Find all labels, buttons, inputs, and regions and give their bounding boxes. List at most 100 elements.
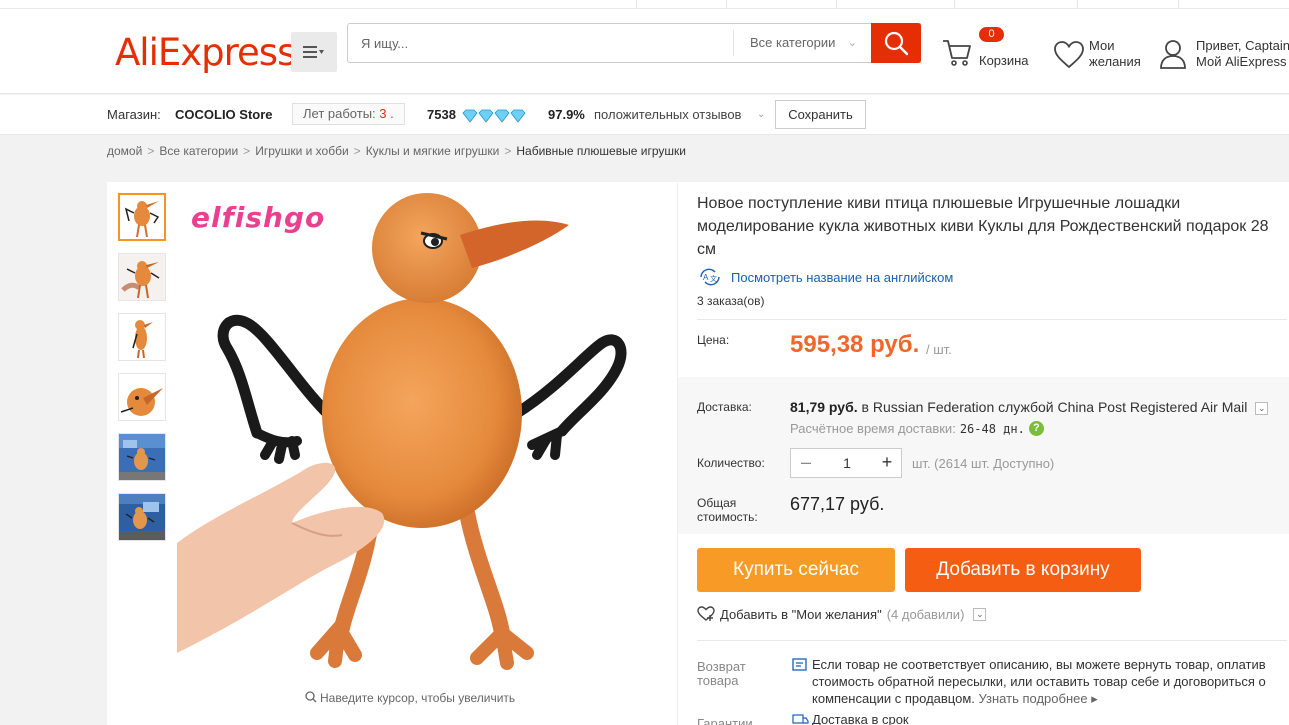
search-icon: [305, 691, 317, 703]
thumbnail-1[interactable]: [118, 193, 166, 241]
availability-text: шт. (2614 шт. Доступно): [912, 456, 1055, 471]
product-price: 595,38 руб.: [790, 331, 920, 358]
return-policy-text: Если товар не соответствует описанию, вы…: [812, 656, 1282, 707]
elfishgo-watermark: elfishgo: [191, 201, 326, 234]
aliexpress-logo[interactable]: AliExpress™: [115, 31, 303, 74]
hamburger-icon: [303, 46, 324, 58]
delivery-price: 81,79 руб.: [790, 399, 858, 415]
quantity-decrease-button[interactable]: –: [791, 449, 821, 477]
top-strip-divider: [1178, 0, 1179, 9]
search-button[interactable]: [871, 23, 921, 63]
top-strip-divider: [726, 0, 727, 9]
price-label: Цена:: [697, 333, 730, 347]
positive-feedback-label[interactable]: положительных отзывов: [594, 107, 741, 122]
chevron-down-icon[interactable]: ⌄: [973, 607, 987, 621]
top-strip-divider: [836, 0, 837, 9]
quantity-increase-button[interactable]: +: [873, 449, 901, 477]
category-select-label: Все категории: [750, 35, 836, 50]
breadcrumb: домой > Все категории > Игрушки и хобби > Кукл…: [107, 144, 686, 158]
delivery-estimate-label: Расчётное время доставки:: [790, 421, 956, 436]
delivery-estimate-days: 26-48 дн.: [959, 421, 1025, 436]
store-name-link[interactable]: COCOLIO Store: [175, 107, 273, 122]
store-years-value: 3 .: [379, 106, 394, 121]
quantity-input[interactable]: 1: [821, 449, 873, 477]
wishlist-label-line1: Мои: [1089, 38, 1115, 53]
add-to-wishlist-link[interactable]: Добавить в "Мои желания" (4 добавили) ⌄: [697, 606, 987, 622]
thumbnail-bird-image: [120, 195, 164, 239]
account-greeting: Привет, Captain: [1196, 38, 1289, 53]
save-store-button[interactable]: Сохранить: [775, 100, 866, 129]
translate-title-link[interactable]: A 文 Посмотреть название на английском: [697, 268, 953, 286]
thumbnail-6[interactable]: [118, 493, 166, 541]
return-label-line2: товара: [697, 673, 739, 688]
chevron-down-icon[interactable]: ⌄: [757, 109, 765, 120]
chevron-down-icon[interactable]: ⌄: [1255, 401, 1269, 415]
thumbnail-bird-image: [119, 374, 165, 420]
my-aliexpress-label: Мой AliExpress: [1196, 54, 1287, 69]
total-label-line2: стоимость:: [697, 510, 758, 524]
wishlist-label-line2: желания: [1089, 54, 1141, 69]
search-bar: Все категории ⌄: [347, 23, 921, 63]
logo-text: AliExpress: [115, 31, 296, 74]
store-years-badge: Лет работы: 3 .: [292, 103, 405, 125]
top-strip: [0, 0, 1289, 9]
delivery-info[interactable]: 81,79 руб. в Russian Federation службой …: [790, 399, 1269, 415]
thumbnail-bird-image: [119, 314, 165, 360]
divider: [697, 319, 1287, 320]
delivery-estimate: Расчётное время доставки: 26-48 дн. ?: [790, 421, 1044, 436]
thumbnail-4[interactable]: [118, 373, 166, 421]
breadcrumb-separator: >: [147, 144, 155, 158]
return-policy-icon: [792, 658, 807, 671]
svg-text:文: 文: [710, 274, 717, 283]
translate-icon: A 文: [700, 268, 720, 286]
cart-count-badge: 0: [979, 27, 1004, 42]
top-strip-divider: [954, 0, 955, 9]
orders-count: 3 заказа(ов): [697, 294, 765, 308]
breadcrumb-separator: >: [243, 144, 251, 158]
breadcrumb-home[interactable]: домой: [107, 144, 142, 158]
cart-icon: [943, 40, 971, 66]
thumbnail-5[interactable]: [118, 433, 166, 481]
category-select[interactable]: Все категории ⌄: [733, 30, 871, 56]
add-to-cart-button[interactable]: Добавить в корзину: [905, 548, 1141, 592]
store-label: Магазин:: [107, 107, 161, 122]
translate-title-text: Посмотреть название на английском: [731, 269, 954, 285]
return-label-line1: Возврат: [697, 659, 746, 674]
breadcrumb-separator: >: [353, 144, 361, 158]
thumbnail-bird-image: [119, 254, 165, 300]
store-rating-score: 7538: [427, 107, 456, 122]
search-icon: [884, 31, 909, 56]
guarantee-text: Доставка в срок: [812, 712, 909, 725]
thumbnail-bird-photo: [119, 494, 165, 540]
zoom-hint: Наведите курсор, чтобы увеличить: [305, 691, 515, 705]
delivery-label: Доставка:: [697, 400, 752, 414]
top-strip-divider: [636, 0, 637, 9]
categories-menu-button[interactable]: [291, 32, 337, 72]
wishlist-add-text: Добавить в "Мои желания": [720, 606, 882, 622]
buy-now-button[interactable]: Купить сейчас: [697, 548, 895, 592]
user-icon: [1160, 40, 1186, 69]
wishlist-count: (4 добавили): [886, 606, 965, 622]
diamond-rating-icons: [462, 109, 526, 123]
learn-more-link[interactable]: Узнать подробнее ▸: [979, 691, 1098, 706]
thumbnail-2[interactable]: [118, 253, 166, 301]
product-title: Новое поступление киви птица плюшевые Иг…: [697, 195, 1269, 258]
breadcrumb-toys-hobbies[interactable]: Игрушки и хобби: [255, 144, 348, 158]
store-bar: Магазин: COCOLIO Store Лет работы: 3 . 7…: [0, 95, 1289, 135]
delivery-truck-icon: [792, 714, 809, 724]
help-icon[interactable]: ?: [1028, 421, 1044, 436]
thumbnail-3[interactable]: [118, 313, 166, 361]
breadcrumb-dolls[interactable]: Куклы и мягкие игрушки: [366, 144, 500, 158]
heart-plus-icon: [697, 606, 715, 621]
total-label-line1: Общая: [697, 496, 737, 510]
search-input[interactable]: [348, 24, 733, 62]
chevron-down-icon: ⌄: [847, 37, 857, 49]
breadcrumb-all-categories[interactable]: Все категории: [159, 144, 238, 158]
breadcrumb-separator: >: [504, 144, 512, 158]
cart-label: Корзина: [979, 53, 1029, 68]
zoom-hint-text: Наведите курсор, чтобы увеличить: [320, 691, 516, 705]
quantity-label: Количество:: [697, 456, 765, 470]
divider: [697, 640, 1287, 641]
main-product-image[interactable]: elfishgo: [177, 183, 677, 683]
breadcrumb-current[interactable]: Набивные плюшевые игрушки: [516, 144, 686, 158]
